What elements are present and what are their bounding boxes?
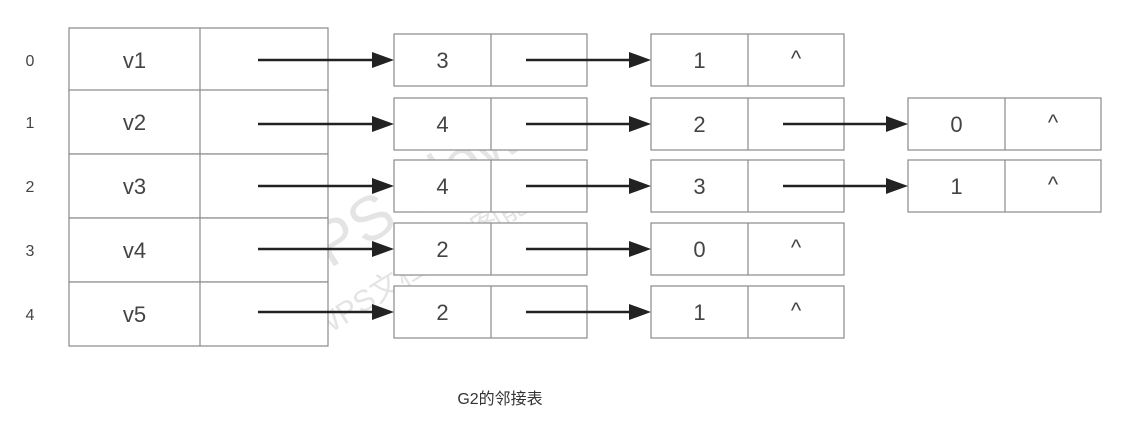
arrow-head <box>629 178 651 194</box>
arrow-head <box>886 178 908 194</box>
edge-adjvex: 1 <box>693 48 705 73</box>
vertex-row: v5 <box>68 281 329 347</box>
arrow-head <box>372 52 394 68</box>
edge-node: 0 ^ <box>907 97 1102 151</box>
vertex-index: 4 <box>26 307 35 324</box>
edge-adjvex: 4 <box>436 112 448 137</box>
edge-adjvex: 0 <box>693 237 705 262</box>
edge-adjvex: 3 <box>693 174 705 199</box>
edge-adjvex: 2 <box>436 237 448 262</box>
vertex-index: 2 <box>26 179 35 196</box>
edge-lists: 3 1 ^4 2 0 ^4 3 1 ^2 0 ^2 1 ^ <box>393 33 1102 339</box>
null-pointer-marker: ^ <box>791 298 802 323</box>
edge-adjvex: 3 <box>436 48 448 73</box>
edge-node: 1 ^ <box>907 159 1102 213</box>
adjacency-list-diagram: WPS FlowWPS文档协作图能力 0v11v22v33v44v5 31^42… <box>26 27 1102 408</box>
vertex-row: v2 <box>68 89 329 155</box>
diagram-caption: G2的邻接表 <box>457 390 542 408</box>
edge-node: 1 ^ <box>650 33 845 87</box>
vertex-row-box <box>68 281 329 347</box>
arrow-head <box>629 116 651 132</box>
null-pointer-marker: ^ <box>1048 110 1059 135</box>
edge-node: 1 ^ <box>650 285 845 339</box>
null-pointer-marker: ^ <box>1048 172 1059 197</box>
vertex-name: v2 <box>123 110 146 135</box>
edge-node: 0 ^ <box>650 222 845 276</box>
null-pointer-marker: ^ <box>791 235 802 260</box>
arrow-head <box>629 304 651 320</box>
edge-adjvex: 4 <box>436 174 448 199</box>
vertex-row-box <box>68 89 329 155</box>
vertex-name: v4 <box>123 238 146 263</box>
null-pointer-marker: ^ <box>791 46 802 71</box>
arrow-head <box>629 52 651 68</box>
edge-arrows <box>258 52 908 320</box>
vertex-index: 3 <box>26 243 35 260</box>
arrow-head <box>629 241 651 257</box>
arrow-head <box>886 116 908 132</box>
vertex-index: 1 <box>26 115 35 132</box>
vertex-index: 0 <box>26 53 35 70</box>
vertex-name: v1 <box>123 48 146 73</box>
arrow-head <box>372 116 394 132</box>
edge-adjvex: 2 <box>693 112 705 137</box>
edge-adjvex: 0 <box>950 112 962 137</box>
edge-adjvex: 1 <box>693 300 705 325</box>
edge-adjvex: 2 <box>436 300 448 325</box>
edge-adjvex: 1 <box>950 174 962 199</box>
vertex-name: v5 <box>123 302 146 327</box>
vertex-name: v3 <box>123 174 146 199</box>
